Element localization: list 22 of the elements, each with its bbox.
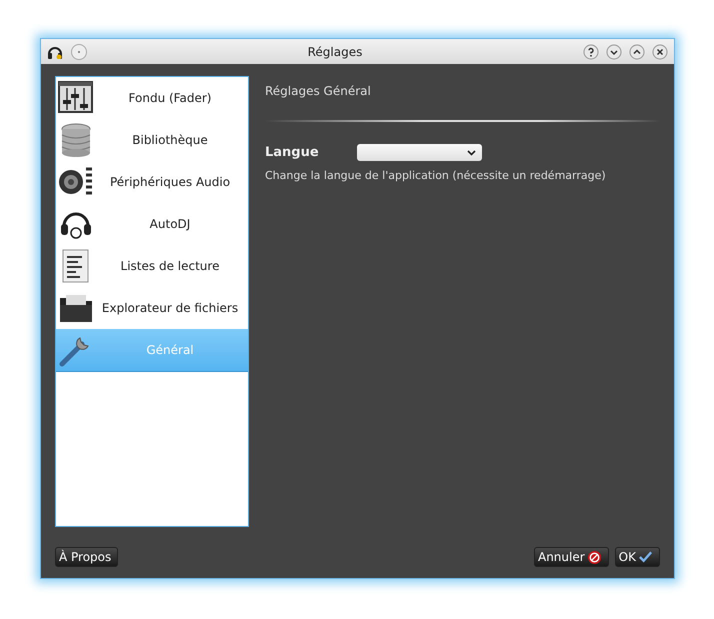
sliders-icon — [58, 80, 94, 116]
field-label: Langue — [265, 145, 320, 160]
sidebar-item[interactable]: Bibliothèque — [56, 119, 248, 161]
help-icon[interactable] — [583, 44, 599, 60]
headphones-icon[interactable] — [47, 44, 63, 58]
cancel-icon — [586, 550, 602, 564]
sidebar-item[interactable]: Fondu (Fader) — [56, 77, 248, 119]
minimize-icon[interactable] — [606, 44, 622, 60]
window-title: Réglages — [306, 44, 364, 58]
sidebar-item[interactable]: Explorateur de fichiers — [56, 287, 248, 329]
about-button[interactable]: À Propos — [55, 547, 118, 567]
checkmark-icon — [638, 550, 653, 564]
sidebar-item[interactable]: Listes de lecture — [56, 245, 248, 287]
sidebar-item[interactable]: Périphériques Audio — [56, 161, 248, 203]
maximize-icon[interactable] — [629, 44, 645, 60]
help-text: Change la langue de l'application (nécessite un redémarrage) — [265, 169, 607, 182]
close-icon[interactable] — [652, 44, 668, 60]
cancel-button[interactable]: Annuler — [534, 547, 609, 567]
chevron-down-icon — [467, 150, 476, 156]
section-heading: Réglages Général — [265, 84, 372, 98]
sidebar-item[interactable]: AutoDJ — [56, 203, 248, 245]
ok-button[interactable]: OK — [614, 547, 660, 567]
